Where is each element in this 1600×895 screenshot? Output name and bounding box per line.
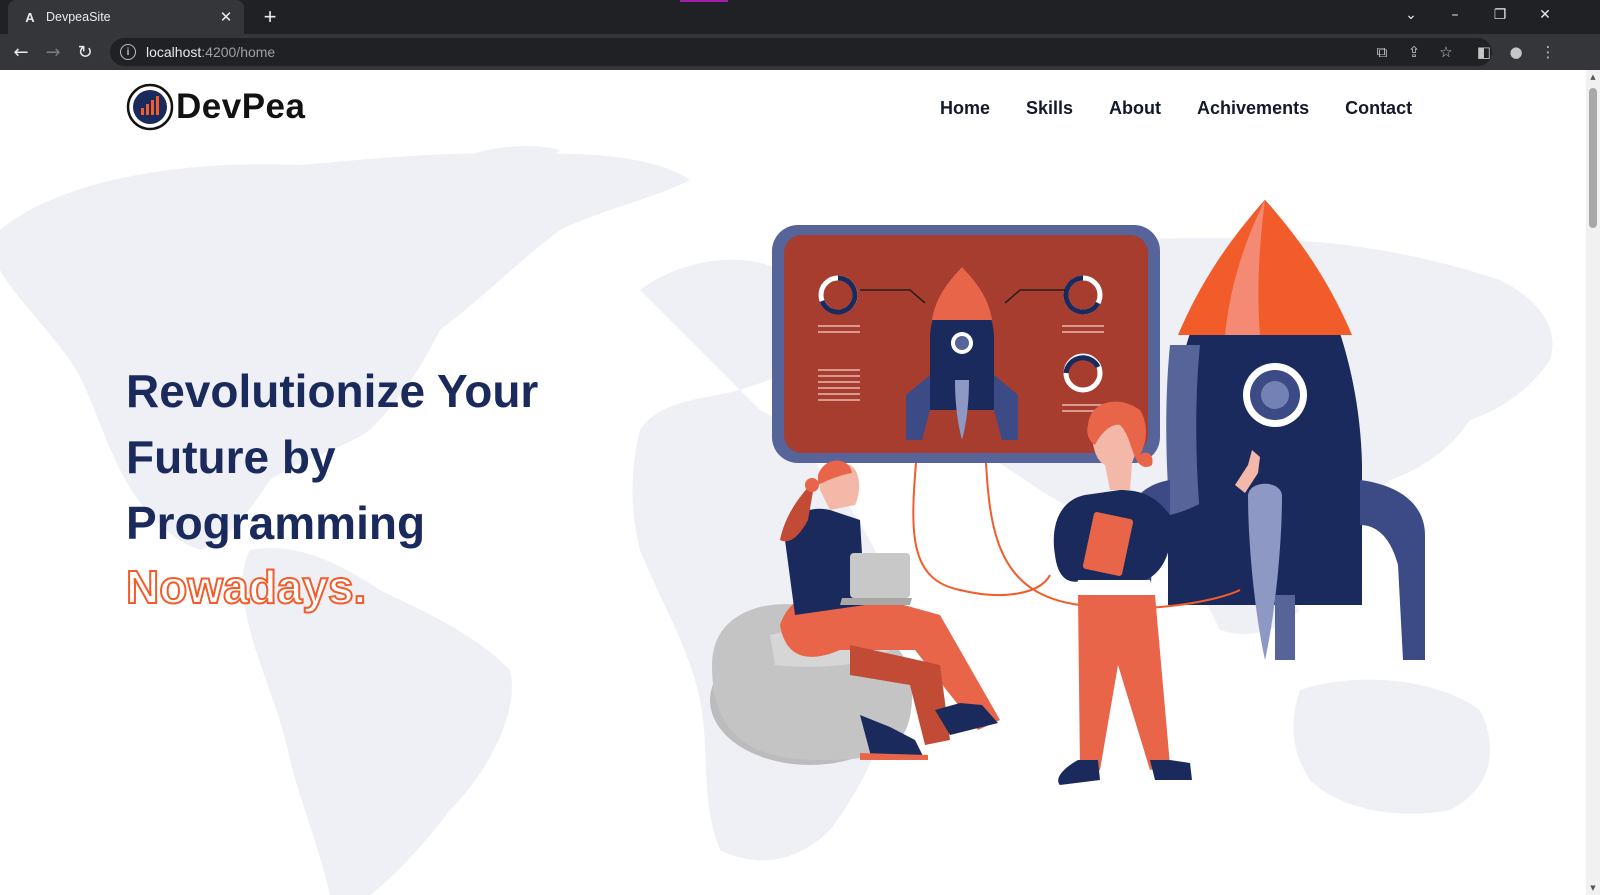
hero-highlight: Nowadays. bbox=[125, 560, 367, 614]
rocket-team-illustration bbox=[710, 200, 1425, 785]
hero-line-2: Future by bbox=[126, 431, 336, 483]
nav-skills[interactable]: Skills bbox=[1026, 98, 1073, 119]
new-tab-button[interactable]: + bbox=[258, 4, 282, 29]
share-icon[interactable]: ⇪ bbox=[1402, 40, 1426, 64]
logo-chart-icon bbox=[126, 83, 174, 131]
nav-home[interactable]: Home bbox=[940, 98, 990, 119]
angular-favicon-icon: A bbox=[25, 9, 35, 25]
nav-achivements[interactable]: Achivements bbox=[1197, 98, 1309, 119]
close-tab-icon[interactable]: ✕ bbox=[216, 7, 236, 27]
menu-kebab-icon[interactable]: ⋮ bbox=[1536, 40, 1560, 64]
logo-text: DevPea bbox=[176, 87, 306, 126]
bookmark-star-icon[interactable]: ☆ bbox=[1434, 40, 1458, 64]
nav-contact[interactable]: Contact bbox=[1345, 98, 1412, 119]
site-logo[interactable]: DevPea bbox=[126, 83, 305, 131]
side-panel-icon[interactable]: ◧ bbox=[1472, 40, 1496, 64]
site-info-icon[interactable]: i bbox=[120, 44, 136, 60]
nav-about[interactable]: About bbox=[1109, 98, 1161, 119]
browser-tab[interactable]: A DevpeaSite ✕ bbox=[8, 0, 244, 34]
scroll-up-icon[interactable]: ▲ bbox=[1589, 73, 1597, 81]
page-content: DevPea Home Skills About Achivements Con… bbox=[0, 70, 1600, 895]
hero-line-3: Programming bbox=[126, 497, 426, 549]
url-path: :4200/home bbox=[201, 44, 276, 60]
restore-button[interactable]: ❐ bbox=[1477, 0, 1523, 30]
scroll-down-icon[interactable]: ▼ bbox=[1589, 884, 1597, 892]
hero-line-1: Revolutionize Your bbox=[126, 365, 539, 417]
translate-icon[interactable]: ⧉ bbox=[1370, 40, 1394, 64]
url-host: localhost bbox=[146, 44, 202, 60]
page-scrollbar[interactable]: ▲ ▼ bbox=[1586, 70, 1600, 895]
tab-title: DevpeaSite bbox=[46, 10, 111, 24]
url-text: localhost:4200/home bbox=[146, 44, 275, 60]
reload-button[interactable]: ↻ bbox=[73, 40, 97, 64]
address-bar[interactable]: i localhost:4200/home bbox=[110, 38, 1492, 66]
hero-heading: Revolutionize Your Future by Programming… bbox=[125, 358, 539, 618]
forward-button[interactable]: → bbox=[41, 40, 65, 64]
profile-icon[interactable]: ● bbox=[1504, 40, 1528, 64]
tab-search-icon[interactable]: ⌄ bbox=[1388, 0, 1434, 30]
minimize-button[interactable]: – bbox=[1432, 0, 1478, 30]
close-window-button[interactable]: ✕ bbox=[1522, 0, 1568, 30]
browser-toolbar: ← → ↻ i localhost:4200/home ⧉ ⇪ ☆ ◧ ● ⋮ bbox=[0, 34, 1600, 70]
scrollbar-thumb[interactable] bbox=[1589, 88, 1597, 228]
browser-tab-strip: A DevpeaSite ✕ + ⌄ – ❐ ✕ bbox=[0, 0, 1600, 34]
main-nav: Home Skills About Achivements Contact bbox=[940, 98, 1412, 119]
back-button[interactable]: ← bbox=[9, 40, 33, 64]
tab-strip-accent bbox=[680, 0, 728, 2]
